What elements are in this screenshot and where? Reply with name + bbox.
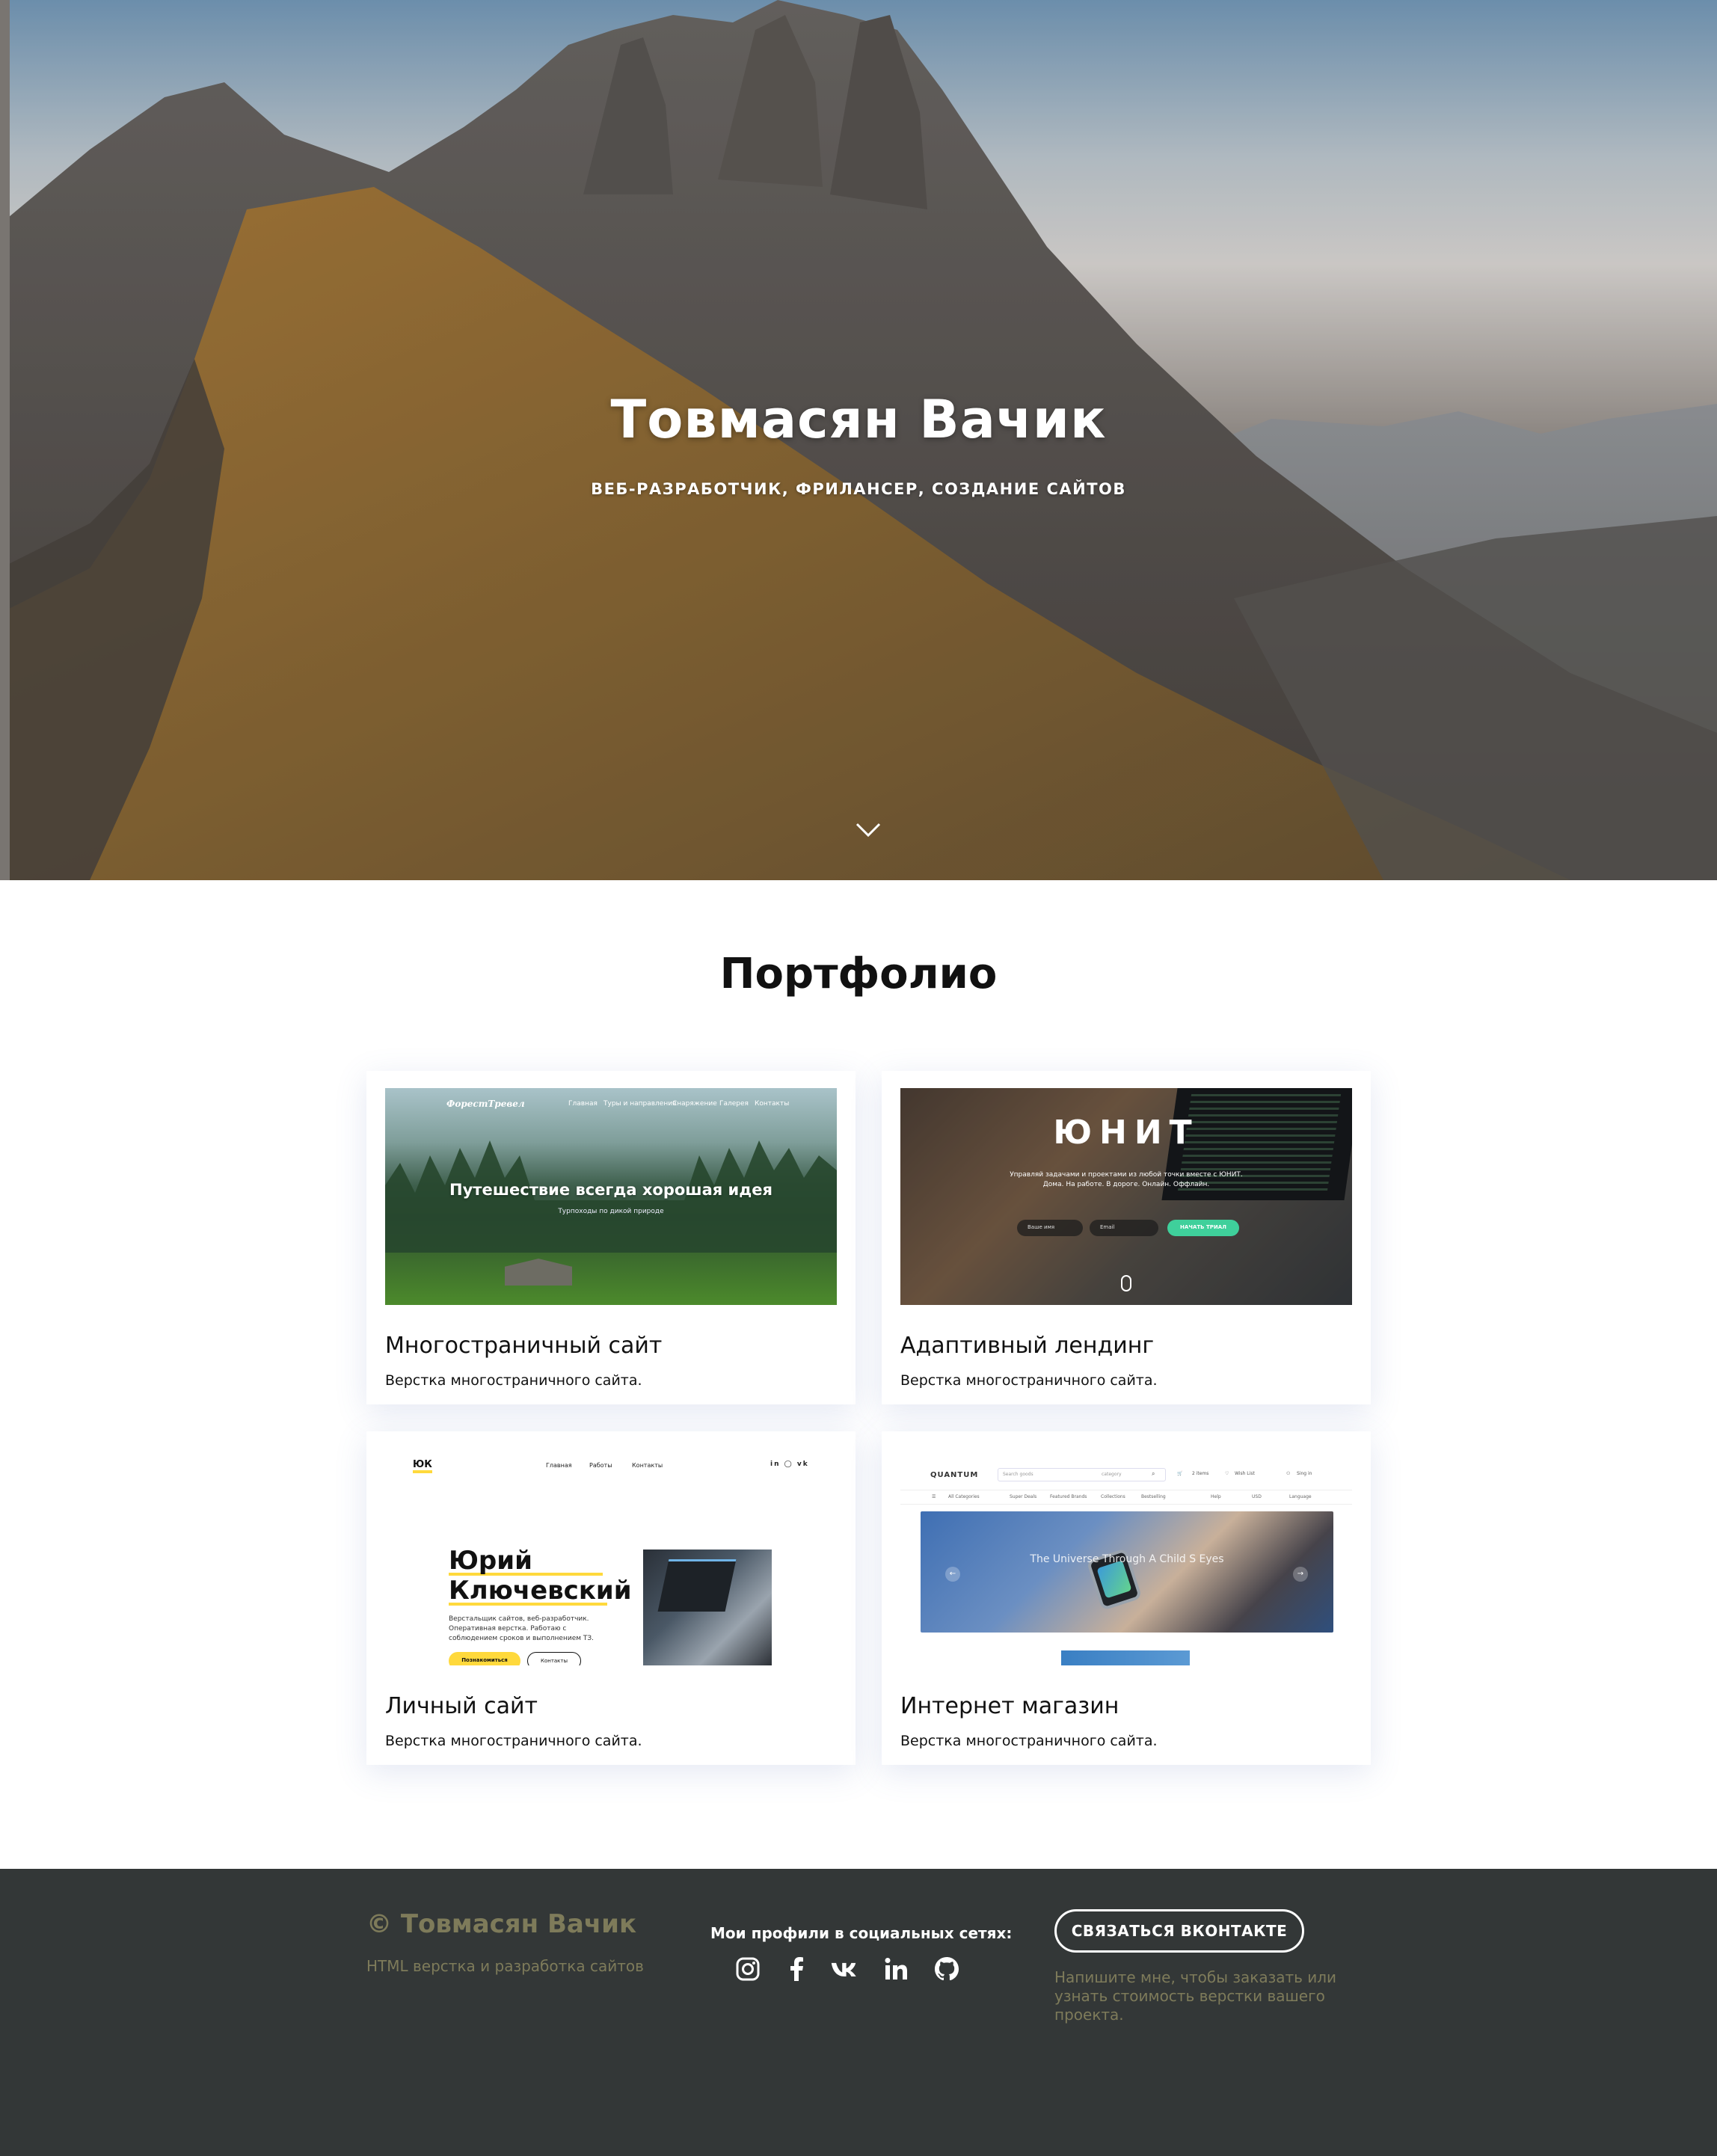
card-preview-image: ЮНИТ Управляй задачами и проектами из лю…: [900, 1088, 1352, 1305]
preview-nav-item: Collections: [1101, 1494, 1125, 1499]
preview-currency: USD: [1252, 1494, 1262, 1499]
preview-search-placeholder: Search goods: [1003, 1472, 1033, 1477]
preview-nav-item: Галерея: [719, 1100, 749, 1108]
preview-nav-item: Главная: [546, 1462, 572, 1469]
footer-tagline: HTML верстка и разработка сайтов: [366, 1957, 644, 1975]
preview-logo: ЮК: [413, 1460, 432, 1473]
footer: © Товмасян Вачик HTML верстка и разработ…: [0, 1869, 1717, 2156]
preview-nav: ФорестТревел Главная Туры и направления …: [385, 1099, 837, 1114]
footer-brand: © Товмасян Вачик: [366, 1909, 637, 1939]
preview-search: Search goods category ⌕: [998, 1468, 1166, 1481]
arrow-left-icon: ←: [945, 1567, 960, 1582]
card-description: Верстка многостраничного сайта.: [385, 1372, 642, 1389]
facebook-icon[interactable]: [784, 1956, 811, 1983]
portfolio-card-personal[interactable]: ЮК Главная Работы Контакты in ◯ vk Юрий …: [366, 1431, 856, 1765]
footer-social-title: Мои профили в социальных сетях:: [710, 1924, 1013, 1942]
card-title: Интернет магазин: [900, 1693, 1119, 1719]
github-icon[interactable]: [933, 1956, 960, 1983]
preview-subheadline: Турпоходы по дикой природе: [558, 1208, 664, 1215]
card-description: Верстка многостраничного сайта.: [900, 1733, 1158, 1749]
preview-name-line: Юрий: [449, 1546, 532, 1576]
preview-nav-item: Bestselling: [1141, 1494, 1166, 1499]
user-icon: ⚇: [1286, 1471, 1291, 1476]
preview-nav-item: Контакты: [755, 1100, 790, 1108]
search-icon: ⌕: [1152, 1470, 1155, 1477]
card-preview-image: ФорестТревел Главная Туры и направления …: [385, 1088, 837, 1305]
portfolio-card-multipage[interactable]: ФорестТревел Главная Туры и направления …: [366, 1071, 856, 1404]
card-preview-image: QUANTUM Search goods category ⌕ 🛒 2 item…: [900, 1449, 1352, 1665]
card-description: Верстка многостраничного сайта.: [900, 1372, 1158, 1389]
preview-trial-button: НАЧАТЬ ТРИАЛ: [1167, 1220, 1239, 1236]
preview-nav-item: All Categories: [948, 1494, 980, 1499]
preview-cart: 2 items: [1192, 1471, 1209, 1476]
preview-name-field: Ваше имя: [1017, 1220, 1083, 1236]
contact-vk-button[interactable]: СВЯЗАТЬСЯ ВКОНТАКТЕ: [1054, 1909, 1304, 1953]
card-description: Верстка многостраничного сайта.: [385, 1733, 642, 1749]
card-preview-image: ЮК Главная Работы Контакты in ◯ vk Юрий …: [385, 1449, 837, 1665]
instagram-icon[interactable]: [734, 1956, 761, 1983]
preview-nav-item: Снаряжение: [672, 1100, 717, 1108]
preview-name-line: Ключевский: [449, 1576, 632, 1606]
vk-icon[interactable]: [830, 1956, 857, 1983]
preview-slogan: The Universe Through A Child S Eyes: [1030, 1553, 1224, 1565]
mouse-icon: [1121, 1275, 1131, 1292]
preview-name: Юрий Ключевский: [449, 1546, 632, 1606]
footer-note: Напишите мне, чтобы заказать или узнать …: [1054, 1968, 1337, 2024]
preview-tagline: Управляй задачами и проектами из любой т…: [900, 1170, 1352, 1190]
preview-nav-item: Туры и направления: [603, 1100, 677, 1108]
portfolio-title: Портфолио: [719, 950, 998, 998]
preview-login: Sing in: [1297, 1471, 1312, 1476]
preview-secondary-button: Контакты: [527, 1652, 581, 1665]
preview-headline: Путешествие всегда хорошая идея: [449, 1181, 773, 1199]
hero: Товмасян Вачик ВЕБ-РАЗРАБОТЧИК, ФРИЛАНСЕ…: [0, 0, 1717, 880]
preview-product-strip: [1061, 1650, 1190, 1665]
linkedin-icon[interactable]: [882, 1956, 909, 1983]
preview-brand: ЮНИТ: [1053, 1114, 1200, 1152]
preview-search-category: category: [1102, 1472, 1122, 1477]
card-title: Многостраничный сайт: [385, 1333, 663, 1359]
preview-nav-item: Контакты: [632, 1462, 663, 1469]
preview-nav-item: Super Deals: [1010, 1494, 1037, 1499]
preview-house: [505, 1259, 572, 1286]
preview-nav-item: Работы: [589, 1462, 612, 1469]
preview-category-nav: ☰ All Categories Super Deals Featured Br…: [900, 1490, 1352, 1505]
preview-help: Help: [1211, 1494, 1221, 1499]
preview-email-field: Email: [1090, 1220, 1158, 1236]
preview-tagline-line: Дома. На работе. В дороге. Онлайн. Оффла…: [1042, 1181, 1210, 1188]
preview-laptop-screen: [657, 1559, 737, 1612]
portfolio-card-shop[interactable]: QUANTUM Search goods category ⌕ 🛒 2 item…: [882, 1431, 1371, 1765]
chevron-down-icon[interactable]: [855, 820, 882, 840]
preview-nav-item: Featured Brands: [1050, 1494, 1087, 1499]
heart-icon: ♡: [1225, 1471, 1229, 1476]
arrow-right-icon: →: [1293, 1567, 1308, 1582]
preview-wishlist: Wish List: [1235, 1471, 1255, 1476]
card-title: Личный сайт: [385, 1693, 538, 1719]
hero-subtitle: ВЕБ-РАЗРАБОТЧИК, ФРИЛАНСЕР, СОЗДАНИЕ САЙ…: [591, 480, 1126, 498]
cart-icon: 🛒: [1177, 1471, 1183, 1476]
menu-icon: ☰: [932, 1494, 936, 1499]
preview-nav-item: Главная: [568, 1100, 598, 1108]
preview-social-icons: in ◯ vk: [770, 1461, 809, 1468]
hero-title: Товмасян Вачик: [610, 389, 1107, 450]
preview-bio: Верстальщик сайтов, веб-разработчик. Опе…: [449, 1615, 595, 1642]
preview-tagline-line: Управляй задачами и проектами из любой т…: [1010, 1171, 1243, 1179]
preview-logo: ФорестТревел: [446, 1099, 525, 1109]
preview-primary-button: Познакомиться: [449, 1652, 520, 1665]
preview-language: Language: [1289, 1494, 1312, 1499]
portfolio-card-landing[interactable]: ЮНИТ Управляй задачами и проектами из лю…: [882, 1071, 1371, 1404]
preview-logo: QUANTUM: [930, 1471, 979, 1479]
card-title: Адаптивный лендинг: [900, 1333, 1155, 1359]
